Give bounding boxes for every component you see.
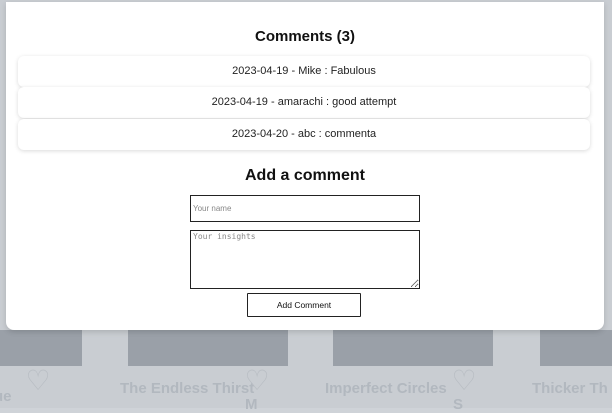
bg-card-3: Imperfect Circles ♡ S xyxy=(325,330,495,413)
comment-item: 2023-04-20 - abc : commenta xyxy=(18,119,590,150)
bg-card-title: Thicker Th xyxy=(532,380,608,397)
add-comment-title: Add a comment xyxy=(244,167,365,184)
bg-card-1: ue ♡ xyxy=(0,330,90,408)
name-input[interactable] xyxy=(190,195,420,222)
comments-title: Comments (3) xyxy=(254,28,355,45)
bg-card-subtitle: M xyxy=(245,396,258,413)
heart-icon: ♡ xyxy=(25,365,51,396)
bg-card-thumbnail xyxy=(333,330,493,366)
bg-card-thumbnail xyxy=(0,330,82,366)
comment-item: 2023-04-19 - Mike : Fabulous xyxy=(18,56,590,87)
insights-textarea[interactable] xyxy=(190,230,420,289)
bg-card-thumbnail xyxy=(128,330,288,366)
bg-card-2: The Endless Thirst ♡ M xyxy=(120,330,290,413)
heart-icon: ♡ xyxy=(451,365,477,396)
heart-icon: ♡ xyxy=(244,365,270,396)
bg-card-title: The Endless Thirst xyxy=(120,380,255,397)
add-comment-button[interactable]: Add Comment xyxy=(247,293,361,317)
bg-card-subtitle: S xyxy=(453,396,464,413)
bg-card-thumbnail xyxy=(540,330,612,366)
bg-card-4: Thicker Th xyxy=(532,330,612,408)
comments-modal: Comments (3) 2023-04-19 - Mike : Fabulou… xyxy=(6,2,604,330)
bg-card-title: Imperfect Circles xyxy=(325,380,447,397)
comment-item: 2023-04-19 - amarachi : good attempt xyxy=(18,87,590,118)
bg-card-title: ue xyxy=(0,388,12,405)
